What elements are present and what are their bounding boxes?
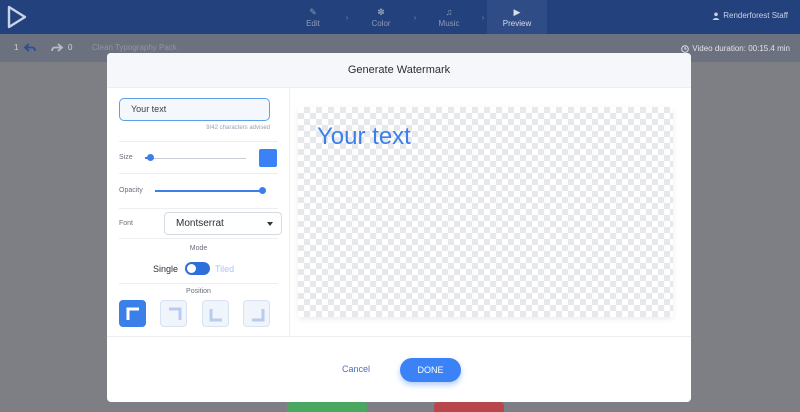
step-preview[interactable]: ▶ Preview	[487, 0, 547, 34]
watermark-text-input[interactable]: Your text	[119, 98, 270, 121]
clock-icon	[681, 44, 690, 53]
corner-bottom-left-icon	[209, 309, 222, 322]
size-section: Size	[119, 142, 278, 174]
renderforest-logo[interactable]	[6, 5, 28, 29]
video-duration-text: Video duration: 00:15.4 min	[692, 44, 790, 53]
font-select[interactable]: Montserrat	[164, 212, 282, 235]
step-music-label: Music	[438, 18, 460, 28]
modal-footer: Cancel DONE	[107, 336, 691, 402]
cancel-button[interactable]: Cancel	[342, 364, 370, 374]
redo-count: 0	[68, 43, 73, 52]
preview-watermark-text: Your text	[317, 123, 411, 150]
top-app-bar: ✎ Edit › ✽ Color › ♫ Music › ▶ Preview R…	[0, 0, 800, 34]
font-section: Font Montserrat	[119, 209, 282, 239]
opacity-section: Opacity	[119, 174, 278, 209]
watermark-settings-panel: Your text 9/42 characters advised Size O…	[119, 88, 290, 336]
redo-icon[interactable]	[51, 43, 63, 53]
background-red-button	[434, 402, 504, 412]
play-icon: ▶	[513, 6, 521, 17]
font-label: Font	[119, 220, 134, 227]
size-slider-track[interactable]	[145, 158, 246, 159]
done-button[interactable]: DONE	[400, 358, 461, 382]
modal-title: Generate Watermark	[107, 53, 691, 88]
font-select-value: Montserrat	[176, 218, 224, 229]
palette-icon: ✽	[377, 6, 385, 17]
opacity-label: Opacity	[119, 187, 143, 194]
mode-switch-row: Single Tiled	[119, 262, 278, 276]
watermark-modal: Generate Watermark Your text 9/42 charac…	[107, 53, 691, 402]
step-music[interactable]: ♫ Music	[419, 0, 479, 34]
chevron-right-icon: ›	[345, 12, 349, 22]
user-menu[interactable]: Renderforest Staff	[712, 11, 788, 20]
size-label: Size	[119, 154, 133, 161]
project-name: Clean Typography Pack	[92, 43, 177, 52]
step-preview-label: Preview	[502, 18, 532, 28]
toggle-knob	[187, 264, 196, 273]
step-nav: ✎ Edit › ✽ Color › ♫ Music › ▶ Preview	[283, 0, 547, 34]
chars-advised: 9/42 characters advised	[206, 125, 270, 131]
chevron-right-icon: ›	[481, 12, 485, 22]
video-duration: Video duration: 00:15.4 min	[681, 44, 790, 53]
position-bottom-left-button[interactable]	[202, 300, 229, 327]
chevron-right-icon: ›	[413, 12, 417, 22]
corner-bottom-right-icon	[252, 309, 265, 322]
caret-down-icon	[267, 222, 273, 226]
mode-toggle[interactable]	[185, 262, 210, 275]
user-icon	[712, 12, 720, 20]
position-label: Position	[186, 288, 211, 295]
background-green-button	[287, 402, 367, 412]
user-name: Renderforest Staff	[723, 11, 788, 20]
mode-label: Mode	[189, 245, 208, 252]
watermark-preview: Your text	[298, 107, 673, 317]
corner-top-right-icon	[169, 307, 182, 320]
text-section: Your text 9/42 characters advised	[119, 88, 278, 142]
color-picker[interactable]	[259, 149, 277, 167]
corner-top-left-icon	[126, 307, 139, 320]
position-top-left-button[interactable]	[119, 300, 146, 327]
step-color[interactable]: ✽ Color	[351, 0, 411, 34]
opacity-slider-fill	[155, 190, 262, 192]
position-bottom-right-button[interactable]	[243, 300, 270, 327]
mode-tiled-label[interactable]: Tiled	[215, 264, 234, 274]
undo-count: 1	[14, 43, 19, 52]
step-edit-label: Edit	[306, 18, 320, 28]
music-icon: ♫	[445, 6, 453, 17]
position-top-right-button[interactable]	[160, 300, 187, 327]
mode-divider	[119, 283, 278, 284]
step-edit[interactable]: ✎ Edit	[283, 0, 343, 34]
step-color-label: Color	[371, 18, 391, 28]
opacity-slider-handle[interactable]	[259, 187, 266, 194]
mode-single-label[interactable]: Single	[153, 264, 178, 274]
undo-icon[interactable]	[24, 43, 36, 53]
size-slider-handle[interactable]	[147, 154, 154, 161]
pencil-icon: ✎	[309, 6, 317, 17]
